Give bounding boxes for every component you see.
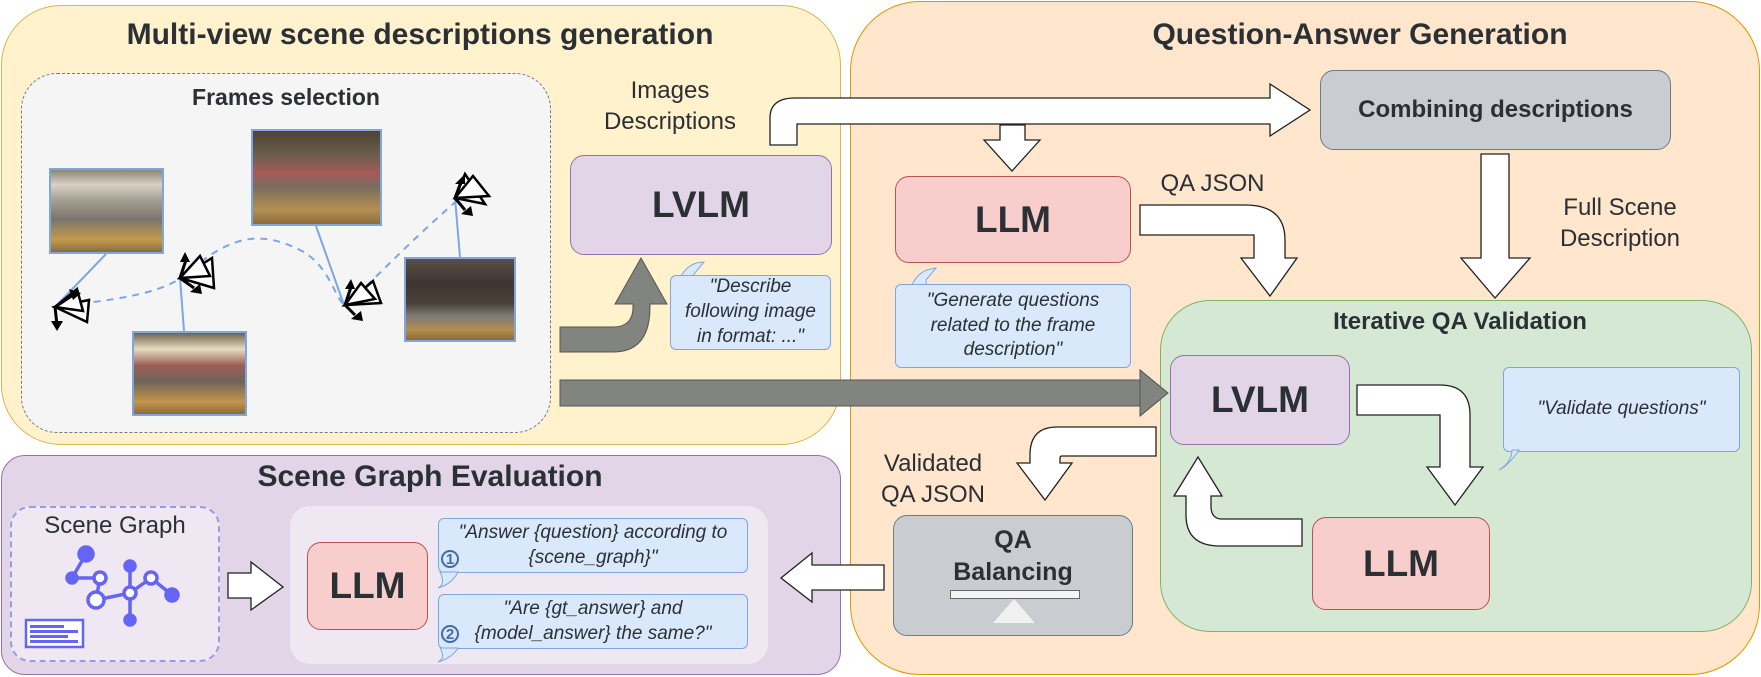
arrow-balancing-to-evaluation (779, 551, 885, 604)
qa-balancing-box[interactable]: QA Balancing (893, 515, 1133, 636)
evaluation-llm-box[interactable]: LLM (307, 542, 428, 630)
camera-icon (341, 278, 383, 321)
document-icon (24, 618, 85, 649)
arrow-scene-graph-to-llm (227, 560, 285, 612)
balance-beam-icon (950, 590, 1080, 599)
lvlm-box[interactable]: LVLM (570, 155, 832, 255)
bubble-tail (911, 267, 938, 286)
camera-icon (51, 286, 91, 331)
camera-trajectory (54, 197, 461, 308)
arrow-validated (1015, 426, 1157, 502)
step-2-badge: 2 (441, 625, 459, 643)
arrow-full-scene (1459, 153, 1532, 299)
arrow-descriptions-to-combining (769, 82, 1312, 146)
step-1-badge: 1 (441, 550, 459, 568)
balance-fulcrum-icon (993, 599, 1035, 623)
scene-graph-label: Scene Graph (44, 512, 186, 539)
validated-qa-json-label: Validated QA JSON (880, 450, 986, 509)
validation-llm-box[interactable]: LLM (1312, 517, 1490, 610)
scene-graph-icon (24, 545, 180, 649)
arrow-qa-json (1139, 204, 1299, 298)
arrow-frames-to-lvlm (559, 256, 668, 353)
validation-lvlm-box[interactable]: LVLM (1170, 355, 1350, 445)
generate-questions-prompt: "Generate questions related to the frame… (895, 284, 1131, 368)
arrow-descriptions-to-llm (982, 124, 1042, 172)
answer-question-prompt: "Answer {question} according to {scene_g… (438, 518, 748, 573)
validate-questions-prompt: "Validate questions" (1503, 367, 1740, 452)
full-scene-description-label: Full Scene Description (1559, 194, 1681, 253)
iterative-qa-validation-title: Iterative QA Validation (1333, 308, 1587, 335)
compare-answers-prompt: "Are {gt_answer} and {model_answer} the … (438, 594, 748, 649)
describe-image-prompt: "Describe following image in format: ...… (670, 275, 831, 350)
combining-descriptions-box[interactable]: Combining descriptions (1320, 70, 1671, 150)
camera-icon (176, 252, 216, 294)
images-descriptions-label: Images Descriptions (603, 77, 737, 136)
connector-frame-4 (454, 197, 461, 258)
qa-json-label: QA JSON (1160, 170, 1265, 197)
arrow-frames-to-validation (559, 368, 1169, 418)
llm-box[interactable]: LLM (895, 176, 1131, 263)
camera-icon (452, 171, 492, 216)
connector-frame-2 (179, 277, 185, 332)
qa-balancing-label: QA Balancing (953, 526, 1073, 586)
